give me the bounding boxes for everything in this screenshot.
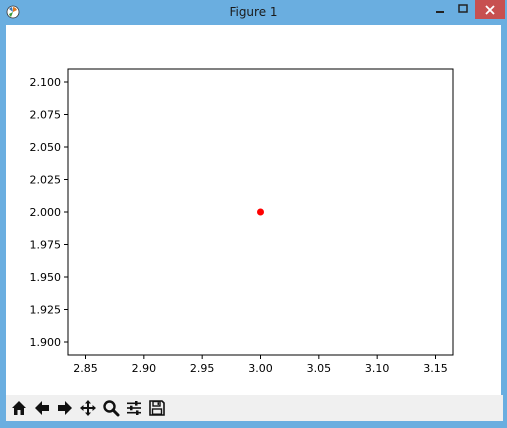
arrow-right-icon	[58, 401, 72, 415]
data-point	[257, 208, 264, 216]
minimize-icon	[436, 11, 444, 13]
navigation-toolbar	[6, 395, 503, 421]
pan-button[interactable]	[77, 397, 99, 419]
save-button[interactable]	[146, 397, 168, 419]
y-tick-label: 2.100	[30, 76, 62, 89]
y-tick-label: 2.000	[30, 206, 62, 219]
y-axis: 1.900 1.925 1.950 1.975 2.000 2.025 2.050 2.075…	[30, 76, 68, 349]
home-button[interactable]	[8, 397, 30, 419]
x-tick-label: 3.10	[365, 362, 390, 375]
y-tick-label: 1.900	[30, 336, 62, 349]
x-axis: 2.85 2.90 2.95 3.00 3.05 3.10 3.15	[73, 355, 448, 375]
save-icon	[149, 400, 165, 416]
x-tick-label: 2.85	[73, 362, 98, 375]
home-icon	[12, 401, 26, 415]
y-tick-label: 2.050	[30, 141, 62, 154]
figure-client-area: 2.85 2.90 2.95 3.00 3.05 3.10 3.15 1.900 1.925 1…	[6, 25, 503, 421]
arrow-left-icon	[35, 401, 49, 415]
y-tick-label: 2.075	[30, 109, 62, 122]
figure-canvas[interactable]: 2.85 2.90 2.95 3.00 3.05 3.10 3.15 1.900 1.925 1…	[6, 25, 501, 395]
back-button[interactable]	[31, 397, 53, 419]
y-tick-label: 1.975	[30, 239, 62, 252]
sliders-icon	[127, 401, 141, 415]
maximize-button[interactable]	[452, 0, 474, 18]
configure-subplots-button[interactable]	[123, 397, 145, 419]
zoom-icon	[103, 400, 120, 417]
maximize-icon	[458, 4, 468, 13]
y-tick-label: 1.950	[30, 271, 62, 284]
figure-window: Figure 1 2.85 2.90 2.95 3.00 3.05 3.10 3.15 1.…	[0, 0, 507, 428]
minimize-button[interactable]	[429, 0, 451, 18]
close-button[interactable]	[475, 0, 505, 19]
y-tick-label: 2.025	[30, 174, 62, 187]
title-bar[interactable]: Figure 1	[0, 0, 507, 26]
x-tick-label: 3.05	[307, 362, 332, 375]
x-tick-label: 3.00	[248, 362, 273, 375]
x-tick-label: 2.90	[132, 362, 157, 375]
data-points	[257, 208, 264, 216]
x-tick-label: 3.15	[423, 362, 448, 375]
move-icon	[80, 400, 96, 416]
scatter-chart: 2.85 2.90 2.95 3.00 3.05 3.10 3.15 1.9001.9251…	[30, 68, 454, 375]
forward-button[interactable]	[54, 397, 76, 419]
zoom-button[interactable]	[100, 397, 122, 419]
close-icon	[485, 4, 495, 15]
x-tick-label: 2.95	[190, 362, 215, 375]
y-tick-label: 1.925	[30, 304, 62, 317]
